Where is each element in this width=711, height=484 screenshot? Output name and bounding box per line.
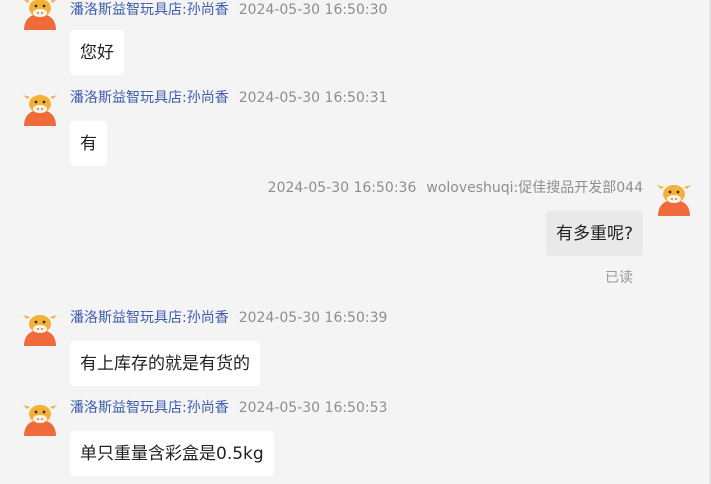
message-meta: 潘洛斯益智玩具店:孙尚香 2024-05-30 16:50:53 bbox=[70, 400, 387, 416]
sender-name[interactable]: 潘洛斯益智玩具店:孙尚香 bbox=[70, 2, 229, 18]
avatar[interactable] bbox=[22, 310, 58, 346]
sender-name[interactable]: 潘洛斯益智玩具店:孙尚香 bbox=[70, 90, 229, 106]
message-meta: 潘洛斯益智玩具店:孙尚香 2024-05-30 16:50:31 bbox=[70, 90, 387, 106]
read-status: 已读 bbox=[605, 270, 633, 286]
avatar[interactable] bbox=[22, 400, 58, 436]
message-meta: 潘洛斯益智玩具店:孙尚香 2024-05-30 16:50:30 bbox=[70, 2, 387, 18]
cow-avatar-icon bbox=[23, 405, 57, 436]
sender-name[interactable]: woloveshuqi:促佳搜品开发部044 bbox=[426, 180, 643, 196]
message-bubble[interactable]: 您好 bbox=[70, 30, 124, 75]
message-time: 2024-05-30 16:50:39 bbox=[238, 310, 388, 326]
message-time: 2024-05-30 16:50:53 bbox=[238, 400, 388, 416]
message-bubble[interactable]: 有上库存的就是有货的 bbox=[70, 341, 260, 386]
chat-message-list[interactable]: 潘洛斯益智玩具店:孙尚香 2024-05-30 16:50:30 您好 潘洛斯益智… bbox=[0, 0, 711, 484]
avatar[interactable] bbox=[22, 0, 58, 30]
message-time: 2024-05-30 16:50:36 bbox=[267, 180, 417, 196]
message-meta: 潘洛斯益智玩具店:孙尚香 2024-05-30 16:50:39 bbox=[70, 310, 387, 326]
cow-avatar-icon bbox=[23, 315, 57, 346]
cow-avatar-icon bbox=[23, 95, 57, 126]
avatar[interactable] bbox=[22, 90, 58, 126]
message-bubble[interactable]: 有 bbox=[70, 121, 107, 166]
message-meta: 2024-05-30 16:50:36 woloveshuqi:促佳搜品开发部04… bbox=[268, 180, 643, 196]
sender-name[interactable]: 潘洛斯益智玩具店:孙尚香 bbox=[70, 310, 229, 326]
my-avatar[interactable] bbox=[656, 180, 692, 216]
message-time: 2024-05-30 16:50:31 bbox=[238, 90, 388, 106]
message-bubble[interactable]: 单只重量含彩盒是0.5kg bbox=[70, 431, 274, 476]
cow-avatar-icon bbox=[24, 0, 56, 30]
message-time: 2024-05-30 16:50:30 bbox=[238, 2, 388, 18]
my-message-bubble[interactable]: 有多重呢? bbox=[545, 211, 643, 256]
cow-avatar-icon bbox=[657, 185, 691, 216]
sender-name[interactable]: 潘洛斯益智玩具店:孙尚香 bbox=[70, 400, 229, 416]
